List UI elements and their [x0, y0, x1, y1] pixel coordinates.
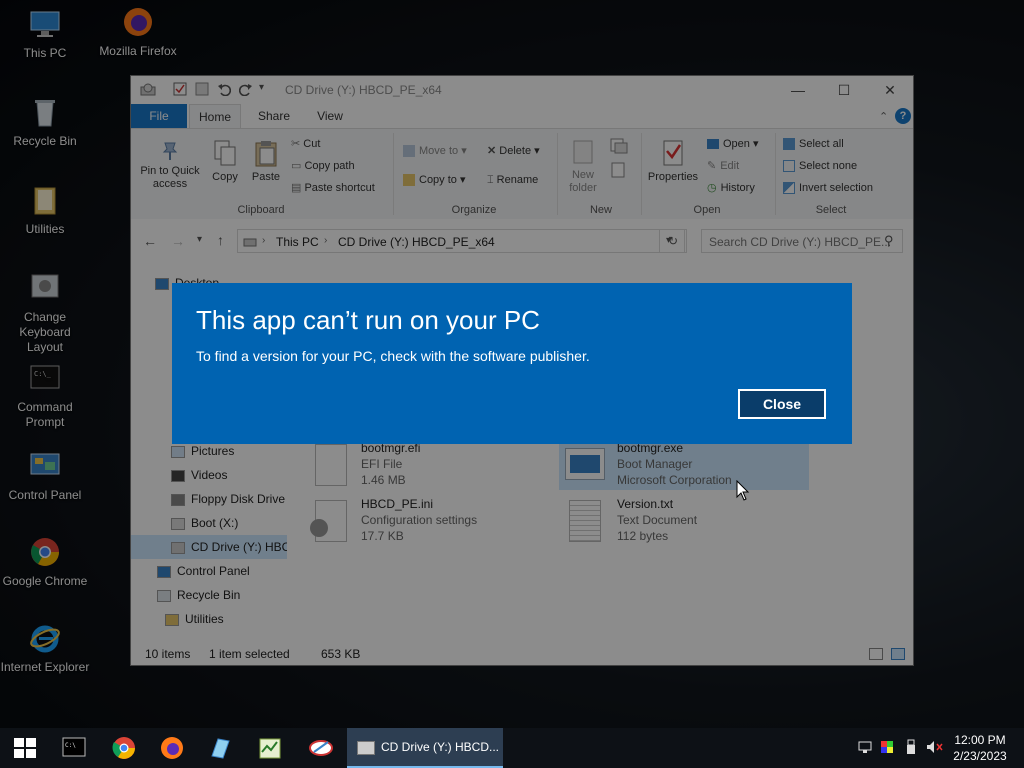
display-tray-icon[interactable] — [880, 740, 894, 757]
taskbar-firefox-icon[interactable] — [160, 736, 186, 760]
taskbar-network-tool-icon[interactable] — [308, 736, 334, 760]
taskbar-command-prompt-icon[interactable]: C:\ — [62, 736, 88, 760]
volume-muted-icon[interactable] — [926, 740, 944, 757]
app-cant-run-dialog: This app can’t run on your PC To find a … — [172, 283, 852, 444]
taskbar-notepad-icon[interactable] — [208, 736, 234, 760]
taskbar-explorer-window[interactable]: CD Drive (Y:) HBCD... — [347, 728, 503, 768]
close-button[interactable]: Close — [738, 389, 826, 419]
clock-date: 2/23/2023 — [953, 749, 1007, 763]
start-button[interactable] — [14, 738, 36, 761]
clock-time: 12:00 PM — [954, 733, 1006, 747]
network-tray-icon[interactable] — [858, 740, 872, 757]
usb-tray-icon[interactable] — [906, 739, 916, 758]
windows-logo-icon — [14, 738, 36, 758]
clock[interactable]: 12:00 PM 2/23/2023 — [944, 732, 1016, 764]
dialog-message: To find a version for your PC, check wit… — [196, 348, 590, 364]
drive-icon — [357, 740, 375, 755]
taskbar: C:\ CD Drive (Y:) HBCD... 12:00 PM 2/23/… — [0, 728, 1024, 768]
taskbar-chrome-icon[interactable] — [112, 736, 138, 760]
dialog-title: This app can’t run on your PC — [196, 305, 540, 335]
mouse-cursor-icon — [736, 479, 750, 505]
taskbar-window-label: CD Drive (Y:) HBCD... — [381, 740, 500, 754]
taskbar-task-manager-icon[interactable] — [258, 736, 284, 760]
svg-text:C:\: C:\ — [65, 742, 76, 749]
